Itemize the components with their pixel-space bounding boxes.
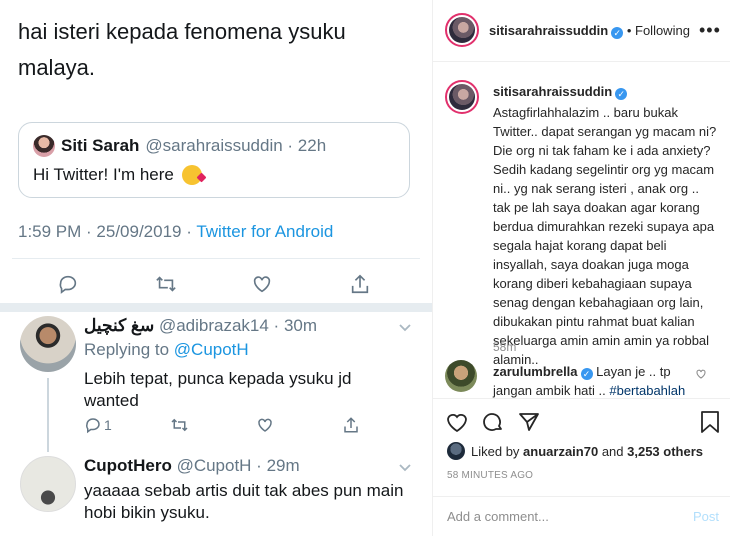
caption-line: Astagfirlahhalazim .. baru bukak bbox=[493, 105, 678, 120]
reply-text-line: yaaaaa sebab artis duit tak abes pun mai… bbox=[84, 481, 404, 500]
separator bbox=[0, 303, 432, 312]
likes-count-link[interactable]: 3,253 others bbox=[627, 444, 703, 459]
quoted-tweet[interactable]: Siti Sarah @sarahraissuddin · 22h Hi Twi… bbox=[18, 122, 410, 198]
caption-time: 58m bbox=[493, 340, 517, 354]
divider bbox=[12, 258, 420, 259]
post-header: sitisarahraissuddin ✓ • Following ••• bbox=[433, 0, 730, 62]
caption-line: ni.. yg nak serang isteri , anak org .. bbox=[493, 181, 699, 196]
reply-actions: 1 bbox=[84, 416, 374, 436]
avatar bbox=[447, 442, 465, 460]
retweet-icon[interactable] bbox=[154, 272, 178, 296]
tweet-text-line: hai isteri kepada fenomena ysuku bbox=[18, 19, 346, 44]
caption-line: Twitter.. dapat serangan yg macam ni? bbox=[493, 124, 717, 139]
caption-line: Sedih kadang segelintir org yg macam bbox=[493, 162, 715, 177]
avatar[interactable] bbox=[20, 316, 76, 372]
replying-prefix: Replying to bbox=[84, 340, 174, 359]
caption-line: tak pe lah saya doakan agar korang bbox=[493, 200, 700, 215]
username-link[interactable]: sitisarahraissuddin bbox=[489, 23, 608, 38]
share-icon[interactable] bbox=[517, 410, 541, 434]
hashtag-link[interactable]: #bertabahlah bbox=[609, 383, 685, 398]
reply-icon[interactable] bbox=[56, 272, 80, 296]
post-button[interactable]: Post bbox=[693, 509, 719, 524]
thread-line bbox=[47, 378, 49, 452]
quote-avatar bbox=[33, 135, 55, 157]
reply-text-line: wanted bbox=[84, 391, 139, 410]
reply-text: Lebih tepat, punca kepada ysuku jd wante… bbox=[84, 368, 414, 412]
likes-mid: and bbox=[598, 443, 628, 459]
twitter-screenshot: hai isteri kepada fenomena ysuku malaya.… bbox=[0, 0, 432, 536]
comment-text: Layan je .. tp bbox=[596, 364, 671, 379]
reply-header: CupotHero @CupotH · 29m bbox=[84, 456, 300, 476]
likes-prefix: Liked by bbox=[471, 443, 524, 459]
avatar[interactable] bbox=[445, 360, 477, 392]
avatar[interactable] bbox=[445, 13, 479, 47]
quote-name: Siti Sarah bbox=[61, 136, 140, 155]
quote-text: Hi Twitter! I'm here bbox=[33, 165, 174, 184]
comment-text: jangan ambik hati .. bbox=[493, 383, 610, 398]
replying-to: Replying to @CupotH bbox=[84, 340, 249, 360]
heart-icon[interactable] bbox=[445, 410, 469, 434]
tweet-body: hai isteri kepada fenomena ysuku malaya. bbox=[18, 14, 418, 86]
comment-like-icon[interactable] bbox=[695, 368, 707, 383]
share-icon[interactable] bbox=[342, 416, 360, 434]
tweet-actions bbox=[0, 262, 432, 302]
reply-handle: @adibrazak14 · 30m bbox=[158, 316, 318, 335]
reply-count: 1 bbox=[104, 417, 112, 433]
chevron-down-icon[interactable] bbox=[398, 460, 412, 474]
post-timestamp: 58 MINUTES AGO bbox=[447, 470, 534, 481]
divider bbox=[433, 398, 730, 399]
tweet-time: 1:59 PM · 25/09/2019 · bbox=[18, 222, 197, 241]
caption-line: insyallah, saya doakan juga moga bbox=[493, 257, 689, 272]
caption-line: berdua dimurahkan rezeki supaya apa bbox=[493, 219, 715, 234]
avatar[interactable] bbox=[20, 456, 76, 512]
caption-line: dibukakan pintu rahmat buat kalian bbox=[493, 314, 695, 329]
comment: zarulumbrella ✓ Layan je .. tp jangan amb… bbox=[493, 362, 693, 400]
share-icon[interactable] bbox=[348, 272, 372, 296]
chevron-down-icon[interactable] bbox=[398, 320, 412, 334]
comment-icon[interactable] bbox=[481, 410, 505, 434]
tweet-source-link[interactable]: Twitter for Android bbox=[196, 222, 333, 241]
reply-header: سغ كنچيل @adibrazak14 · 30m bbox=[84, 316, 317, 336]
tweet-meta: 1:59 PM · 25/09/2019 · Twitter for Andro… bbox=[18, 222, 333, 242]
comment-username-link[interactable]: zarulumbrella bbox=[493, 364, 578, 379]
reply-icon[interactable]: 1 bbox=[84, 416, 112, 434]
add-comment-bar: Add a comment... Post bbox=[433, 496, 730, 536]
reply-name: CupotHero bbox=[84, 456, 172, 475]
reply-name: سغ كنچيل bbox=[84, 316, 155, 335]
tweet-text-line: malaya. bbox=[18, 55, 96, 80]
caption-line: Die org ni tak faham ke i ada anxiety? bbox=[493, 143, 711, 158]
caption-line: senag dengan kebahagiaan org lain, bbox=[493, 295, 704, 310]
instagram-panel: sitisarahraissuddin ✓ • Following ••• sit… bbox=[432, 0, 730, 536]
following-button[interactable]: • Following bbox=[627, 23, 690, 38]
caption-line: sekeluarga amin amin amin ya robbal bbox=[493, 333, 710, 348]
reply-text: yaaaaa sebab artis duit tak abes pun mai… bbox=[84, 480, 414, 524]
like-icon[interactable] bbox=[250, 272, 274, 296]
caption-line: korang diberi kebahagiaan supaya bbox=[493, 276, 692, 291]
verified-badge-icon: ✓ bbox=[580, 368, 593, 380]
caption: Astagfirlahhalazim .. baru bukak Twitter.… bbox=[493, 103, 719, 369]
verified-badge-icon: ✓ bbox=[615, 88, 628, 100]
reply-handle: @CupotH · 29m bbox=[176, 456, 300, 475]
reply-text-line: hobi bikin ysuku. bbox=[84, 503, 210, 522]
kiss-emoji-icon bbox=[181, 165, 202, 185]
add-comment-input[interactable]: Add a comment... bbox=[447, 509, 549, 524]
like-icon[interactable] bbox=[256, 416, 274, 434]
caption-line: segala hajat korang dapat beli bbox=[493, 238, 667, 253]
caption-username-link[interactable]: sitisarahraissuddin bbox=[493, 84, 612, 99]
liked-by-link[interactable]: anuarzain70 bbox=[523, 444, 598, 459]
avatar[interactable] bbox=[445, 80, 479, 114]
replying-to-link[interactable]: @CupotH bbox=[174, 340, 249, 359]
bookmark-icon[interactable] bbox=[699, 410, 723, 434]
verified-badge-icon: ✓ bbox=[611, 27, 624, 39]
reply-text-line: Lebih tepat, punca kepada ysuku jd bbox=[84, 369, 352, 388]
quote-handle: @sarahraissuddin · 22h bbox=[145, 136, 327, 155]
likes-summary: Liked by anuarzain70 and 3,253 others bbox=[447, 442, 703, 460]
more-options-icon[interactable]: ••• bbox=[699, 20, 721, 41]
retweet-icon[interactable] bbox=[170, 416, 189, 434]
